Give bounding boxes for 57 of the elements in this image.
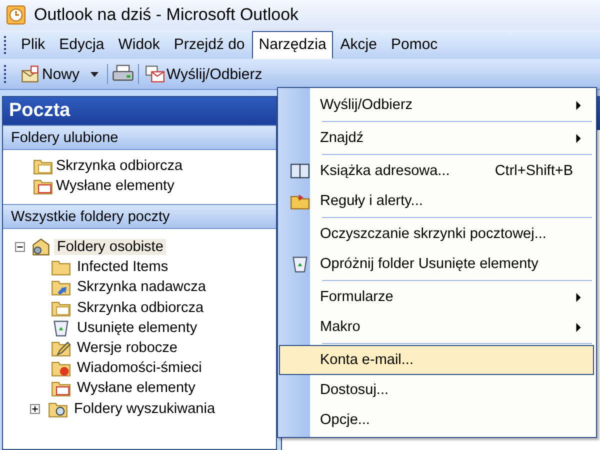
section-header: Foldery ulubione — [3, 125, 276, 150]
menu-item[interactable]: Wyślij/Odbierz — [279, 90, 594, 120]
folder-icon — [33, 177, 53, 195]
menu-item[interactable]: Konta e-mail... — [279, 345, 594, 375]
envelope-icon — [20, 65, 40, 83]
send-receive-button[interactable]: Wyślij/Odbierz — [142, 63, 264, 85]
book-icon — [290, 162, 310, 180]
tree-item[interactable]: Wiadomości-śmieci — [74, 360, 205, 376]
section-header: Wszystkie foldery poczty — [3, 204, 276, 229]
trash-icon — [51, 318, 71, 337]
pane-title: Poczta — [3, 97, 276, 125]
tree-item[interactable]: Foldery osobiste — [54, 239, 166, 256]
submenu-arrow-icon — [576, 100, 581, 110]
tree-item[interactable]: Wysłane elementy — [74, 380, 198, 396]
tree-item[interactable]: Usunięte elementy — [74, 320, 200, 336]
expand-icon[interactable] — [30, 404, 40, 414]
folder-icon — [51, 359, 71, 378]
folder-item[interactable]: Skrzynka odbiorcza — [33, 156, 276, 176]
submenu-arrow-icon — [576, 134, 581, 142]
folder-icon — [51, 379, 71, 398]
menu-item[interactable]: Dostosuj... — [279, 375, 594, 405]
menu-item[interactable]: Narzędzia — [252, 30, 334, 58]
menu-item[interactable]: Znajdź — [279, 123, 594, 153]
menu-item[interactable]: Książka adresowa... Ctrl+Shift+B — [279, 156, 594, 186]
tree-item[interactable]: Skrzynka nadawcza — [74, 279, 209, 296]
tree-item[interactable]: Foldery wyszukiwania — [71, 400, 218, 417]
folder-item[interactable]: Wysłane elementy — [33, 176, 276, 196]
personal-folders-icon — [31, 238, 51, 256]
submenu-arrow-icon — [576, 322, 581, 332]
folder-icon — [33, 157, 53, 175]
folder-icon — [51, 278, 71, 296]
submenu-arrow-icon — [576, 292, 581, 302]
menu-item[interactable]: Oczyszczanie skrzynki pocztowej... — [279, 219, 594, 249]
menu-item[interactable]: Pomoc — [384, 30, 445, 58]
folder-icon — [51, 258, 71, 276]
folder-icon — [51, 339, 71, 358]
caret-icon[interactable] — [90, 72, 99, 76]
tree-item[interactable]: Wersje robocze — [74, 340, 180, 356]
collapse-icon[interactable] — [15, 242, 25, 252]
menu-item[interactable]: Edycja — [52, 30, 112, 58]
menu-item[interactable]: Akcje — [333, 30, 384, 58]
clock-icon — [6, 5, 26, 25]
tree-item[interactable]: Infected Items — [74, 259, 172, 276]
new-button[interactable]: Nowy — [18, 63, 82, 85]
folder-icon — [290, 192, 310, 210]
menu-item[interactable]: Makro — [279, 312, 594, 342]
menu-item[interactable]: Formularze — [279, 282, 594, 312]
window-title: Outlook na dziś - Microsoft Outlook — [34, 5, 299, 25]
menu-item[interactable]: Reguły i alerty... — [279, 186, 594, 216]
envelopes-icon — [144, 65, 165, 83]
menu-item[interactable]: Plik — [14, 30, 52, 58]
menu-item[interactable]: Opróżnij folder Usunięte elementy — [279, 249, 594, 279]
menu-item[interactable]: Przejdź do — [166, 30, 252, 58]
tree-item[interactable]: Skrzynka odbiorcza — [74, 300, 207, 316]
trash-icon — [290, 255, 310, 273]
menu-item[interactable]: Widok — [111, 30, 167, 58]
menu-item[interactable]: Opcje... — [279, 405, 594, 435]
